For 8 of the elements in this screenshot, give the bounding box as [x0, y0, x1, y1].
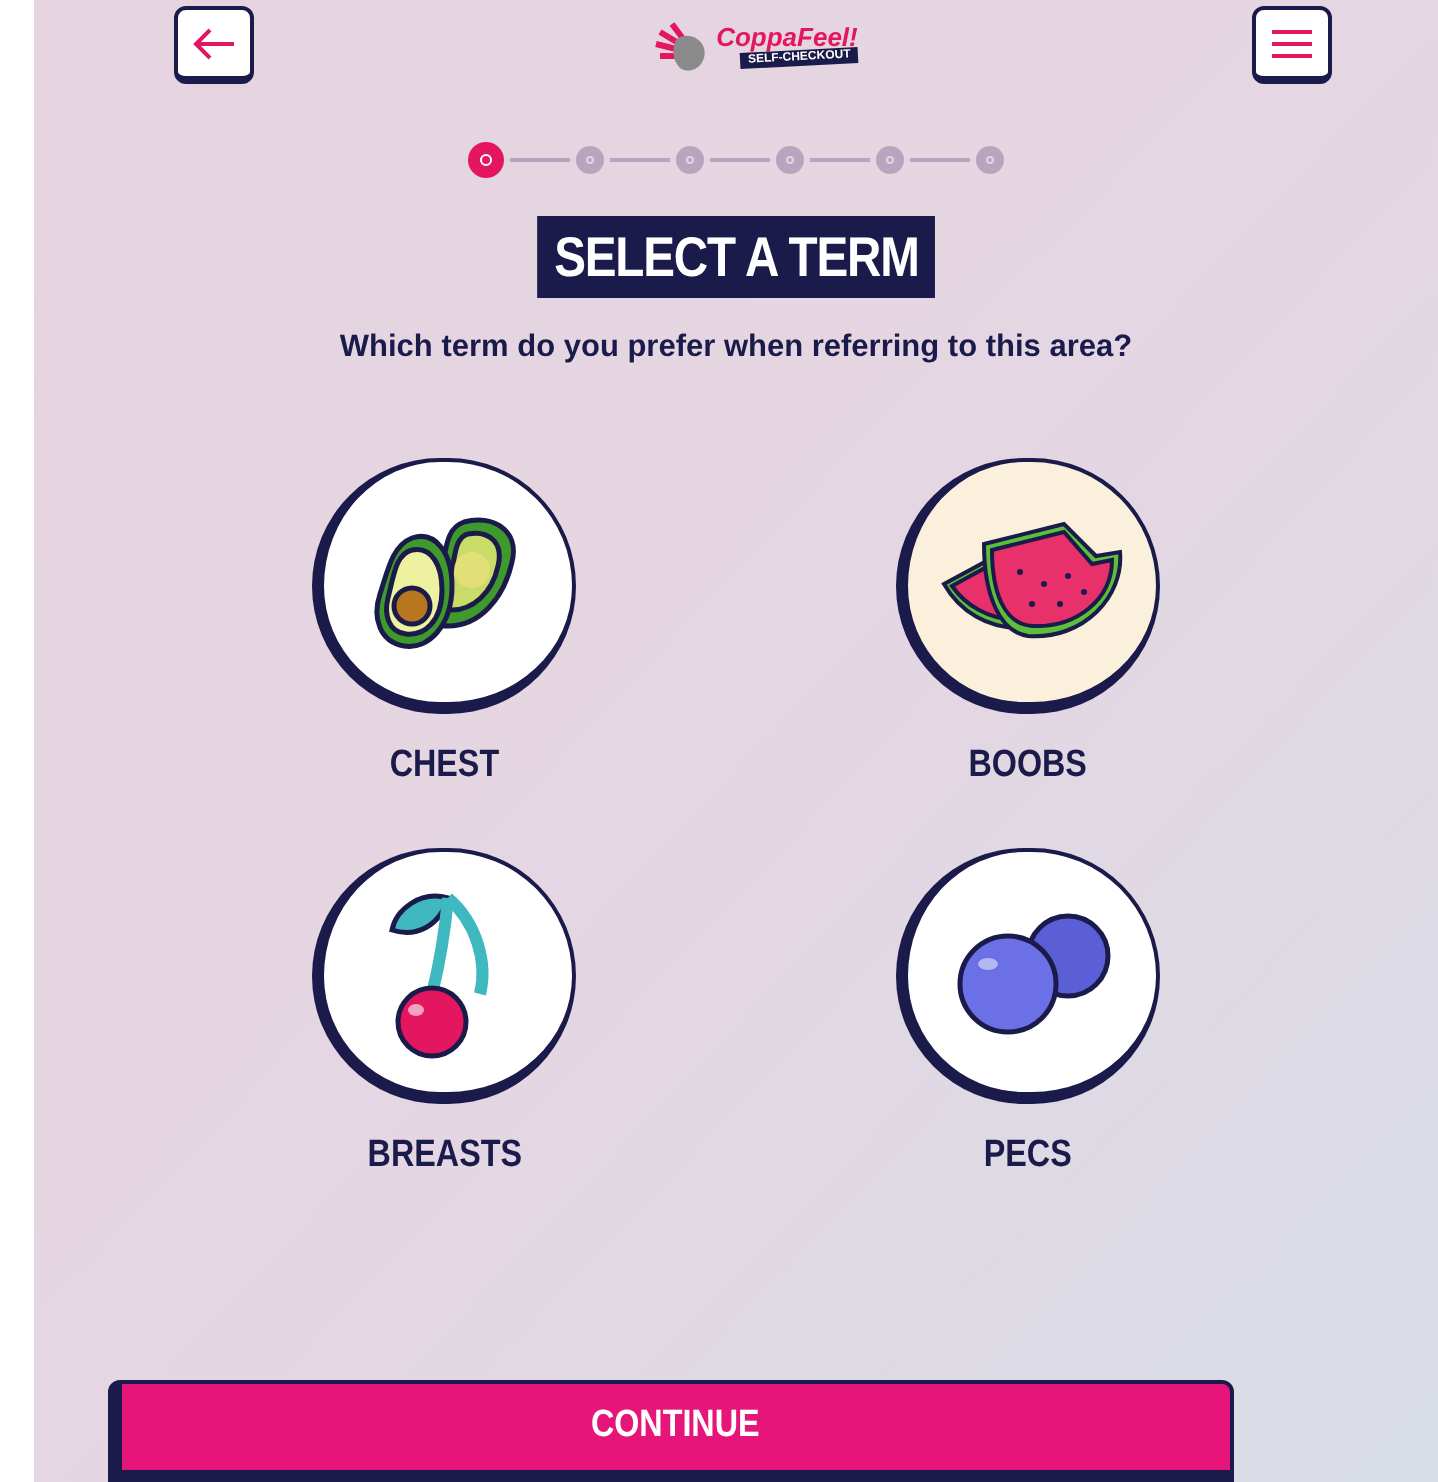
question-text: Which term do you prefer when referring to this area?: [339, 328, 1133, 368]
continue-button[interactable]: CONTINUE: [107, 1380, 1233, 1482]
back-button[interactable]: [174, 6, 254, 84]
menu-icon: [1271, 27, 1312, 59]
menu-button[interactable]: [1251, 6, 1332, 84]
page-title: SELECT A TERM: [536, 216, 936, 298]
back-arrow-icon: [192, 25, 236, 61]
logo-title: CoppaFeel!: [716, 24, 858, 50]
